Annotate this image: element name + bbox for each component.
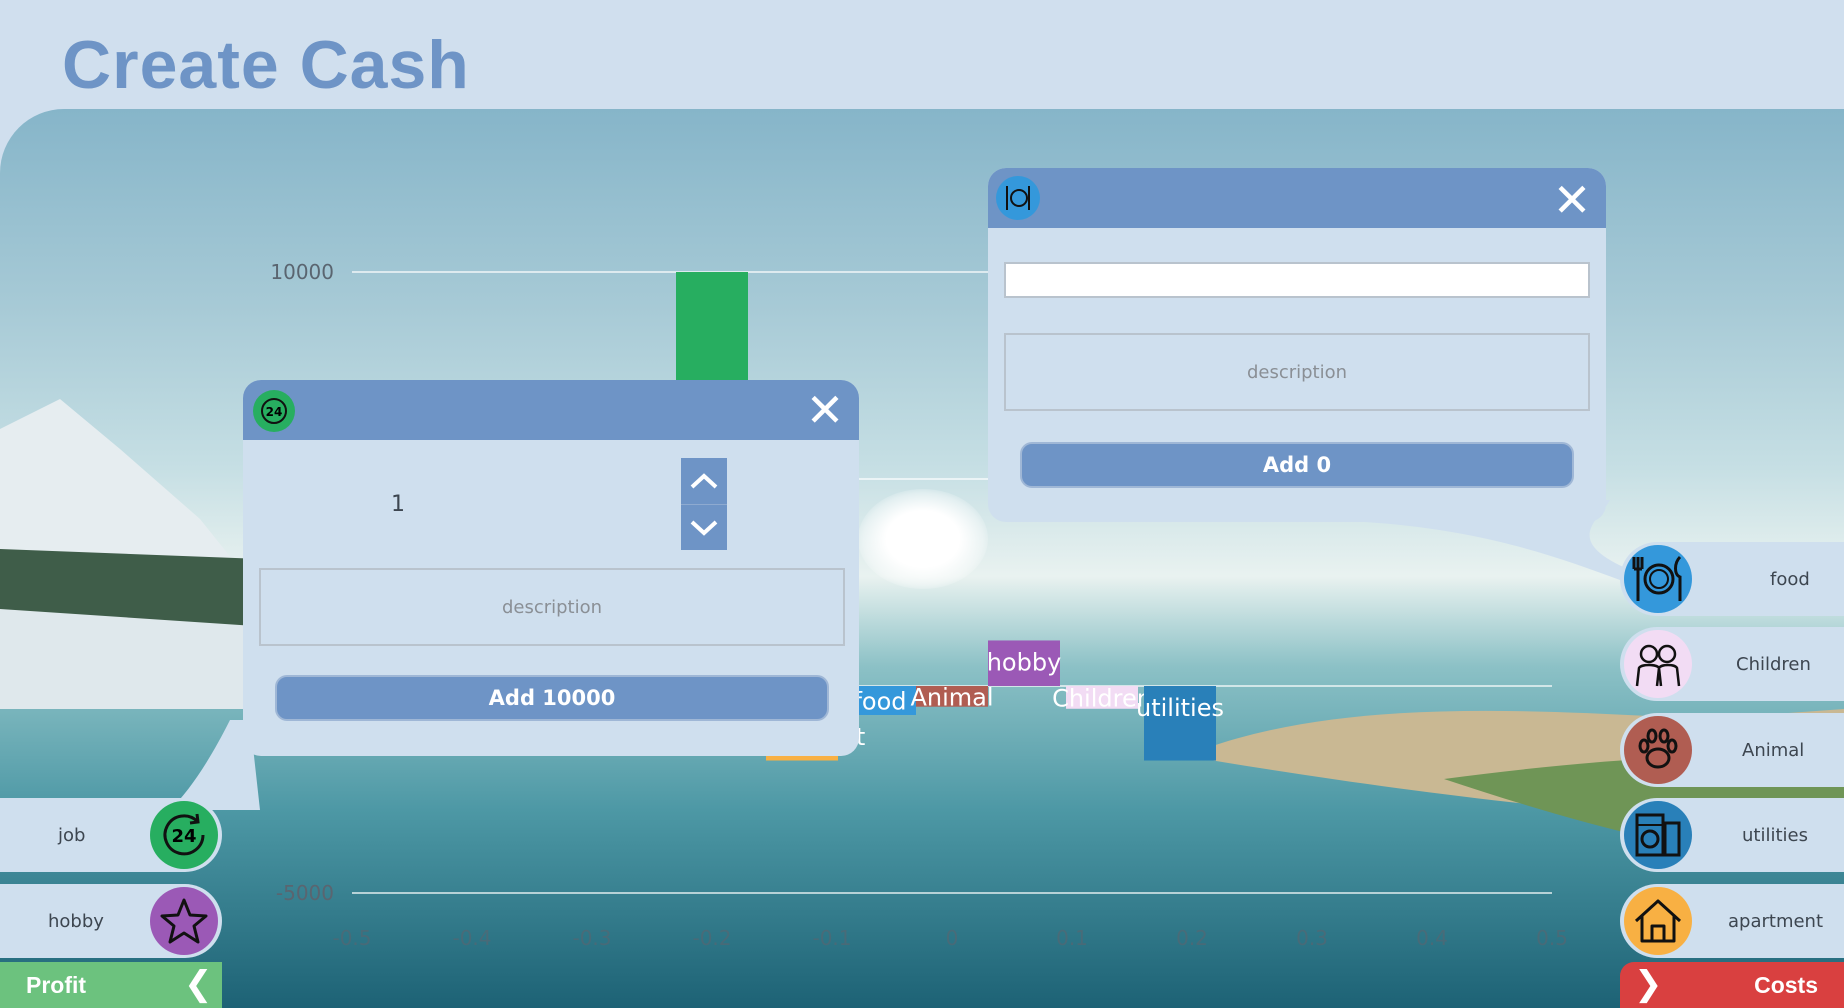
x-tick-label: 0.1 bbox=[1056, 926, 1088, 950]
category-utilities[interactable]: utilities bbox=[1620, 798, 1844, 872]
costs-label: Costs bbox=[1754, 971, 1818, 998]
category-hobby[interactable]: hobby bbox=[0, 884, 222, 958]
washing-machine-icon bbox=[1624, 801, 1692, 869]
x-tick-label: -0.4 bbox=[452, 926, 491, 950]
x-tick-label: -0.3 bbox=[572, 926, 611, 950]
amount-stepper[interactable] bbox=[681, 458, 727, 550]
plate-cutlery-icon bbox=[996, 176, 1040, 220]
category-label: hobby bbox=[48, 910, 104, 932]
svg-text:24: 24 bbox=[266, 405, 283, 419]
x-tick-label: -0.1 bbox=[812, 926, 851, 950]
stepper-up-icon[interactable] bbox=[681, 458, 727, 504]
category-label: job bbox=[58, 824, 86, 846]
svg-text:24: 24 bbox=[171, 826, 196, 847]
x-tick-label: 0.5 bbox=[1536, 926, 1568, 950]
y-tick-label: 10000 bbox=[270, 260, 334, 284]
24-hours-icon: 24 bbox=[150, 801, 218, 869]
children-icon bbox=[1624, 630, 1692, 698]
profit-tab[interactable]: Profit ❮ bbox=[0, 962, 222, 1008]
category-job[interactable]: job 24 bbox=[0, 798, 222, 872]
x-tick-label: 0.4 bbox=[1416, 926, 1448, 950]
category-label: utilities bbox=[1742, 824, 1808, 846]
category-children[interactable]: Children bbox=[1620, 627, 1844, 701]
x-tick-label: -0.5 bbox=[332, 926, 371, 950]
category-label: Animal bbox=[1742, 739, 1805, 761]
plate-cutlery-icon bbox=[1624, 545, 1692, 613]
category-animal[interactable]: Animal bbox=[1620, 713, 1844, 787]
x-tick-label: -0.2 bbox=[692, 926, 731, 950]
bar-data-label: hobby bbox=[987, 648, 1062, 676]
description-field[interactable]: description bbox=[1004, 333, 1590, 411]
category-label: apartment bbox=[1728, 910, 1824, 932]
x-tick-label: 0.2 bbox=[1176, 926, 1208, 950]
category-label: Children bbox=[1736, 653, 1811, 675]
house-icon bbox=[1624, 887, 1692, 955]
income-dialog: 24 ✕ 1 description Add 10000 bbox=[243, 380, 859, 756]
profit-label: Profit bbox=[26, 971, 87, 998]
y-tick-label: -5000 bbox=[276, 881, 334, 905]
x-tick-label: 0.3 bbox=[1296, 926, 1328, 950]
bar-data-label: Animal bbox=[910, 683, 993, 711]
expense-dialog: ✕ description Add 0 bbox=[988, 168, 1606, 522]
app-title: Create Cash bbox=[62, 27, 470, 103]
costs-tab[interactable]: ❯ Costs bbox=[1620, 962, 1844, 1008]
category-food[interactable]: food bbox=[1620, 542, 1844, 616]
chevron-right-icon[interactable]: ❯ bbox=[1634, 964, 1663, 1004]
x-tick-label: 0 bbox=[946, 926, 959, 950]
star-icon bbox=[150, 887, 218, 955]
bar-data-label: food bbox=[853, 687, 906, 715]
bar-data-label: utilities bbox=[1136, 694, 1224, 722]
add-button[interactable]: Add 10000 bbox=[275, 675, 829, 721]
income-dialog-header: 24 ✕ bbox=[243, 380, 859, 440]
stepper-down-icon[interactable] bbox=[681, 504, 727, 551]
amount-input[interactable] bbox=[1004, 262, 1590, 298]
description-field[interactable]: description bbox=[259, 568, 845, 646]
add-button[interactable]: Add 0 bbox=[1020, 442, 1574, 488]
category-apartment[interactable]: apartment bbox=[1620, 884, 1844, 958]
expense-dialog-header: ✕ bbox=[988, 168, 1606, 228]
paw-icon bbox=[1624, 716, 1692, 784]
amount-value[interactable]: 1 bbox=[391, 492, 405, 517]
close-icon[interactable]: ✕ bbox=[805, 387, 845, 433]
chevron-left-icon[interactable]: ❮ bbox=[184, 964, 213, 1004]
category-label: food bbox=[1770, 568, 1810, 590]
close-icon[interactable]: ✕ bbox=[1552, 177, 1592, 223]
24-hours-icon: 24 bbox=[253, 390, 295, 432]
